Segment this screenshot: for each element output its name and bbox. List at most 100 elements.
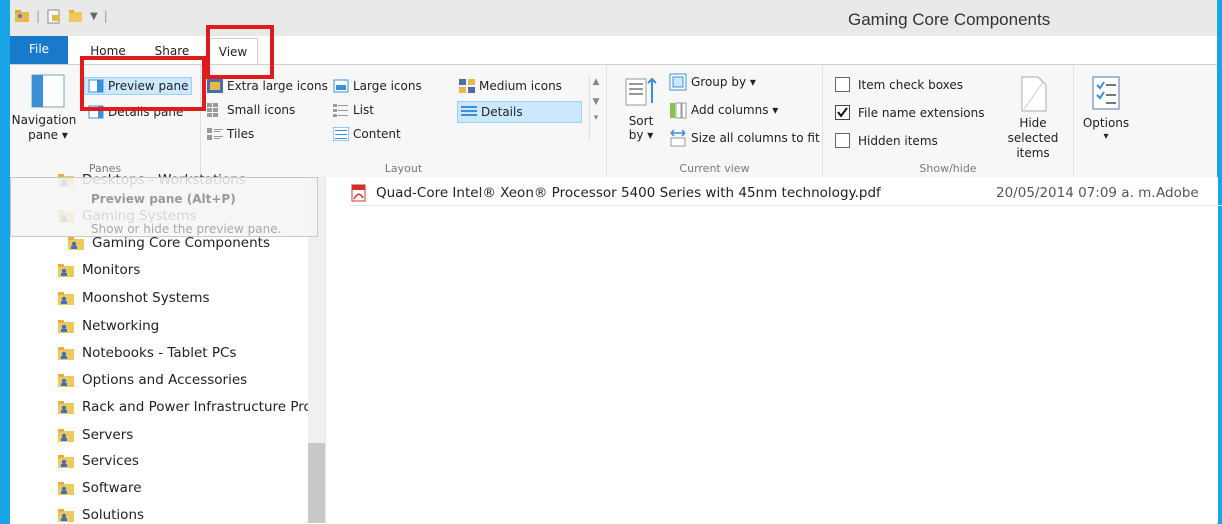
navigation-pane-icon <box>31 74 65 108</box>
hide-selected-items-icon <box>1021 76 1047 112</box>
group-show-hide: Item check boxes File name extensions Hi… <box>823 65 1074 177</box>
nav-item[interactable]: Gaming Core Components <box>68 235 320 251</box>
layout-scroll[interactable]: ▲ ▼ ▾ <box>589 75 602 141</box>
nav-item[interactable]: Servers <box>58 427 310 443</box>
file-list: Quad-Core Intel® Xeon® Processor 5400 Se… <box>325 177 1222 523</box>
sort-by-button[interactable]: Sort by ▾ <box>619 75 663 142</box>
tiles-icon <box>207 128 223 140</box>
layout-expand-icon[interactable]: ▾ <box>590 113 602 123</box>
file-name-extensions-checkbox[interactable] <box>835 105 850 120</box>
add-columns-icon <box>670 102 687 119</box>
folder-user-icon <box>58 346 74 360</box>
file-type: Adobe <box>1156 185 1199 201</box>
tab-file[interactable]: File <box>10 36 68 64</box>
nav-item[interactable]: Notebooks - Tablet PCs <box>58 345 310 361</box>
medium-icons-label: Medium icons <box>479 79 562 93</box>
group-by-icon <box>669 73 687 91</box>
layout-scroll-down-icon[interactable]: ▼ <box>590 97 602 107</box>
navigation-pane-button[interactable]: Navigation pane ▾ <box>12 73 78 142</box>
show-hide-group-label: Show/hide <box>919 162 977 175</box>
add-columns-label: Add columns ▾ <box>691 103 779 117</box>
item-check-boxes-checkbox[interactable] <box>835 77 850 92</box>
layout-large-icons[interactable]: Large icons <box>333 79 422 93</box>
nav-item[interactable]: Options and Accessories <box>58 372 310 388</box>
layout-small-icons[interactable]: Small icons <box>207 103 295 117</box>
nav-item-label: Moonshot Systems <box>82 290 210 306</box>
nav-item-label: Services <box>82 453 139 469</box>
nav-scroll-thumb[interactable] <box>308 443 325 523</box>
group-layout: Extra large icons Large icons Medium ico… <box>201 65 607 177</box>
customize-qat-icon[interactable]: ▼ <box>90 11 98 22</box>
nav-item-label: Monitors <box>82 262 141 278</box>
layout-list[interactable]: List <box>333 103 374 117</box>
nav-item[interactable]: Software <box>58 480 310 496</box>
nav-item-label: Software <box>82 480 142 496</box>
nav-item[interactable]: Solutions <box>58 507 310 523</box>
layout-tiles[interactable]: Tiles <box>207 127 254 141</box>
options-icon <box>1092 76 1120 110</box>
layout-details[interactable]: Details <box>457 101 582 123</box>
nav-item[interactable]: Networking <box>58 318 310 334</box>
group-by-button[interactable]: Group by ▾ <box>669 73 756 91</box>
nav-item-label: Notebooks - Tablet PCs <box>82 345 237 361</box>
preview-pane-tooltip: Preview pane (Alt+P) Show or hide the pr… <box>10 177 318 237</box>
new-folder-icon[interactable] <box>68 8 84 24</box>
list-label: List <box>353 103 374 117</box>
layout-scroll-up-icon[interactable]: ▲ <box>590 77 602 87</box>
navigation-pane-dropdown: pane ▾ <box>28 128 68 142</box>
options-button[interactable]: Options ▾ <box>1080 75 1132 143</box>
file-row[interactable]: Quad-Core Intel® Xeon® Processor 5400 Se… <box>350 181 1222 206</box>
item-check-boxes-toggle[interactable]: Item check boxes <box>835 77 963 92</box>
hidden-items-toggle[interactable]: Hidden items <box>835 133 938 148</box>
nav-item-label: Rack and Power Infrastructure Products <box>82 399 310 415</box>
folder-user-icon <box>58 481 74 495</box>
size-all-columns-button[interactable]: Size all columns to fit <box>669 129 820 147</box>
tooltip-title: Preview pane (Alt+P) <box>91 192 236 206</box>
add-columns-button[interactable]: Add columns ▾ <box>669 101 778 119</box>
layout-extra-large-icons[interactable]: Extra large icons <box>207 79 328 93</box>
large-icons-label: Large icons <box>353 79 422 93</box>
nav-item-label: Networking <box>82 318 160 334</box>
hide-selected-items-button[interactable]: Hide selected items <box>993 75 1073 160</box>
options-label: Options <box>1082 116 1130 130</box>
folder-user-icon <box>58 454 74 468</box>
nav-item[interactable]: Services <box>58 453 310 469</box>
nav-item-label: Gaming Core Components <box>92 235 270 251</box>
file-name: Quad-Core Intel® Xeon® Processor 5400 Se… <box>376 185 881 201</box>
group-by-label: Group by ▾ <box>691 75 756 89</box>
file-date: 20/05/2014 07:09 a. m. <box>996 185 1156 201</box>
folder-user-icon <box>68 236 84 250</box>
extra-large-icons-label: Extra large icons <box>227 79 328 93</box>
hide-selected-label-2: items <box>1016 146 1050 160</box>
nav-item[interactable]: Rack and Power Infrastructure Products <box>58 399 310 415</box>
hide-selected-label: Hide selected <box>1007 116 1059 145</box>
list-icon <box>333 104 348 117</box>
sort-by-dropdown: by ▾ <box>628 128 654 142</box>
checkmark-icon <box>837 107 848 118</box>
quick-access-toolbar: | ▼ | <box>14 8 108 24</box>
sort-by-icon <box>625 77 657 106</box>
file-name-extensions-toggle[interactable]: File name extensions <box>835 105 985 120</box>
layout-content[interactable]: Content <box>333 127 401 141</box>
layout-medium-icons[interactable]: Medium icons <box>459 79 562 93</box>
folder-app-icon[interactable] <box>14 8 30 24</box>
size-columns-icon <box>670 129 686 147</box>
hidden-items-checkbox[interactable] <box>835 133 850 148</box>
window-title: Gaming Core Components <box>848 10 1051 29</box>
highlight-preview-pane <box>80 56 206 111</box>
nav-item[interactable]: Moonshot Systems <box>58 290 310 306</box>
nav-item[interactable]: Monitors <box>58 262 310 278</box>
folder-user-icon <box>58 400 74 414</box>
details-icon <box>461 106 477 116</box>
extra-large-icons-icon <box>207 79 223 93</box>
qat-separator-2: | <box>103 9 108 23</box>
sort-by-label: Sort <box>628 114 654 128</box>
folder-user-icon <box>58 263 74 277</box>
qat-separator: | <box>36 9 41 23</box>
item-check-boxes-label: Item check boxes <box>858 77 964 92</box>
details-label: Details <box>481 105 523 119</box>
content-icon <box>333 127 349 141</box>
current-view-group-label: Current view <box>679 162 750 175</box>
properties-icon[interactable] <box>46 8 62 24</box>
tiles-label: Tiles <box>227 127 255 141</box>
